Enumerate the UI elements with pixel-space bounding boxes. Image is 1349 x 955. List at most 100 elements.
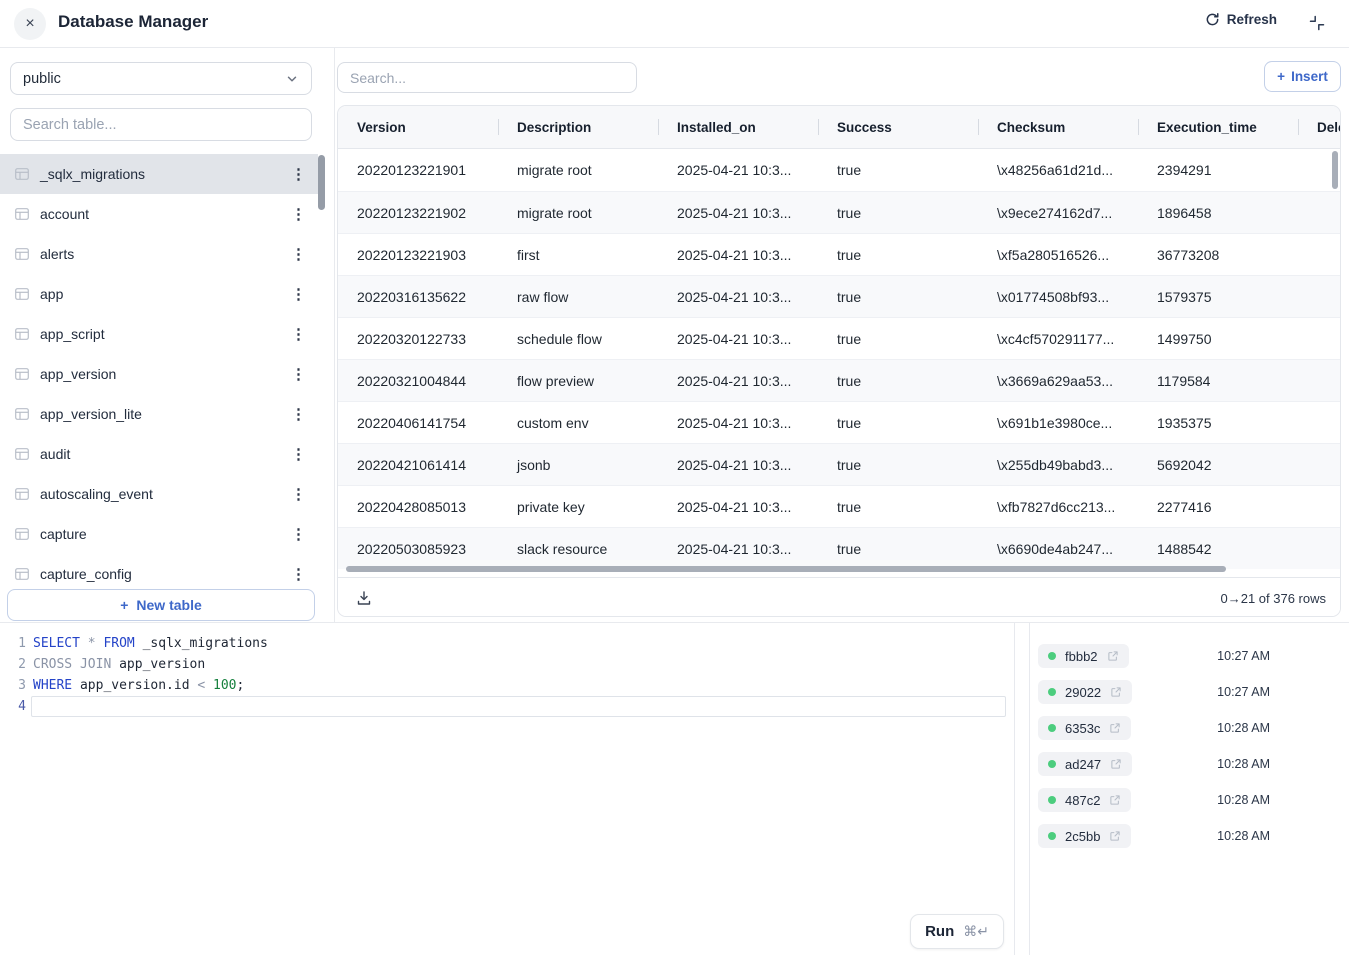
table-row[interactable]: 20220123221903first2025-04-21 10:3...tru… <box>338 233 1341 275</box>
cell-success[interactable]: true <box>818 234 978 275</box>
cell-version[interactable]: 20220123221902 <box>338 192 498 233</box>
cell-version[interactable]: 20220316135622 <box>338 276 498 317</box>
cell-success[interactable]: true <box>818 360 978 401</box>
cell-description[interactable]: slack resource <box>498 528 658 569</box>
table-search-input[interactable] <box>10 108 312 141</box>
cell-checksum[interactable]: \x9ece274162d7... <box>978 192 1138 233</box>
external-link-icon[interactable] <box>1109 794 1121 806</box>
sidebar-item-autoscaling_event[interactable]: autoscaling_event⋮ <box>0 474 318 514</box>
cell-deleted[interactable] <box>1298 486 1341 527</box>
cell-installed_on[interactable]: 2025-04-21 10:3... <box>658 234 818 275</box>
cell-deleted[interactable] <box>1298 444 1341 485</box>
cell-installed_on[interactable]: 2025-04-21 10:3... <box>658 192 818 233</box>
cell-description[interactable]: custom env <box>498 402 658 443</box>
table-row[interactable]: 20220428085013private key2025-04-21 10:3… <box>338 485 1341 527</box>
cell-deleted[interactable] <box>1298 360 1341 401</box>
history-query-pill[interactable]: fbbb2 <box>1038 644 1129 668</box>
cell-checksum[interactable]: \xc4cf570291177... <box>978 318 1138 359</box>
cell-deleted[interactable] <box>1298 528 1341 569</box>
cell-installed_on[interactable]: 2025-04-21 10:3... <box>658 402 818 443</box>
cell-success[interactable]: true <box>818 276 978 317</box>
cell-execution_time[interactable]: 1488542 <box>1138 528 1298 569</box>
sidebar-item-capture[interactable]: capture⋮ <box>0 514 318 554</box>
horizontal-scrollbar[interactable] <box>346 566 1226 572</box>
kebab-menu-icon[interactable]: ⋮ <box>291 447 306 462</box>
cell-deleted[interactable] <box>1298 276 1341 317</box>
cell-version[interactable]: 20220421061414 <box>338 444 498 485</box>
cell-description[interactable]: private key <box>498 486 658 527</box>
cell-installed_on[interactable]: 2025-04-21 10:3... <box>658 149 818 191</box>
cell-version[interactable]: 20220123221901 <box>338 149 498 191</box>
cell-deleted[interactable] <box>1298 318 1341 359</box>
sidebar-item-app_script[interactable]: app_script⋮ <box>0 314 318 354</box>
cell-description[interactable]: schedule flow <box>498 318 658 359</box>
kebab-menu-icon[interactable]: ⋮ <box>291 567 306 582</box>
cell-success[interactable]: true <box>818 444 978 485</box>
table-row[interactable]: 20220421061414jsonb2025-04-21 10:3...tru… <box>338 443 1341 485</box>
cell-success[interactable]: true <box>818 318 978 359</box>
cell-execution_time[interactable]: 1499750 <box>1138 318 1298 359</box>
table-row[interactable]: 20220123221901migrate root2025-04-21 10:… <box>338 149 1341 191</box>
cell-success[interactable]: true <box>818 486 978 527</box>
sidebar-item-capture_config[interactable]: capture_config⋮ <box>0 554 318 588</box>
cell-execution_time[interactable]: 36773208 <box>1138 234 1298 275</box>
cell-description[interactable]: raw flow <box>498 276 658 317</box>
cell-version[interactable]: 20220406141754 <box>338 402 498 443</box>
cell-checksum[interactable]: \x3669a629aa53... <box>978 360 1138 401</box>
cell-execution_time[interactable]: 1896458 <box>1138 192 1298 233</box>
compress-icon[interactable] <box>1309 15 1325 31</box>
cell-deleted[interactable] <box>1298 402 1341 443</box>
close-button[interactable]: × <box>14 8 46 40</box>
cell-checksum[interactable]: \xf5a280516526... <box>978 234 1138 275</box>
row-search-input[interactable] <box>337 62 637 93</box>
cell-execution_time[interactable]: 1579375 <box>1138 276 1298 317</box>
kebab-menu-icon[interactable]: ⋮ <box>291 247 306 262</box>
cell-version[interactable]: 20220503085923 <box>338 528 498 569</box>
history-query-pill[interactable]: 6353c <box>1038 716 1131 740</box>
cell-version[interactable]: 20220320122733 <box>338 318 498 359</box>
cell-installed_on[interactable]: 2025-04-21 10:3... <box>658 444 818 485</box>
download-button[interactable] <box>356 590 372 606</box>
external-link-icon[interactable] <box>1109 830 1121 842</box>
cell-success[interactable]: true <box>818 192 978 233</box>
kebab-menu-icon[interactable]: ⋮ <box>291 167 306 182</box>
cell-checksum[interactable]: \x6690de4ab247... <box>978 528 1138 569</box>
kebab-menu-icon[interactable]: ⋮ <box>291 327 306 342</box>
run-button[interactable]: Run ⌘↵ <box>910 914 1004 949</box>
cell-description[interactable]: migrate root <box>498 192 658 233</box>
kebab-menu-icon[interactable]: ⋮ <box>291 287 306 302</box>
sidebar-item-audit[interactable]: audit⋮ <box>0 434 318 474</box>
cell-installed_on[interactable]: 2025-04-21 10:3... <box>658 318 818 359</box>
external-link-icon[interactable] <box>1107 650 1119 662</box>
cell-installed_on[interactable]: 2025-04-21 10:3... <box>658 276 818 317</box>
cell-deleted[interactable] <box>1298 192 1341 233</box>
cell-installed_on[interactable]: 2025-04-21 10:3... <box>658 528 818 569</box>
external-link-icon[interactable] <box>1110 758 1122 770</box>
cell-success[interactable]: true <box>818 402 978 443</box>
sidebar-item-app_version_lite[interactable]: app_version_lite⋮ <box>0 394 318 434</box>
history-query-pill[interactable]: 2c5bb <box>1038 824 1131 848</box>
cell-checksum[interactable]: \x01774508bf93... <box>978 276 1138 317</box>
table-row[interactable]: 20220316135622raw flow2025-04-21 10:3...… <box>338 275 1341 317</box>
sidebar-item-app_version[interactable]: app_version⋮ <box>0 354 318 394</box>
sidebar-item-alerts[interactable]: alerts⋮ <box>0 234 318 274</box>
cell-description[interactable]: flow preview <box>498 360 658 401</box>
cell-success[interactable]: true <box>818 149 978 191</box>
cell-checksum[interactable]: \x691b1e3980ce... <box>978 402 1138 443</box>
cell-version[interactable]: 20220428085013 <box>338 486 498 527</box>
vertical-scrollbar[interactable] <box>1332 151 1338 189</box>
kebab-menu-icon[interactable]: ⋮ <box>291 407 306 422</box>
history-query-pill[interactable]: 29022 <box>1038 680 1132 704</box>
table-row[interactable]: 20220320122733schedule flow2025-04-21 10… <box>338 317 1341 359</box>
insert-button[interactable]: + Insert <box>1264 61 1341 92</box>
schema-select[interactable]: public <box>10 62 312 95</box>
cell-installed_on[interactable]: 2025-04-21 10:3... <box>658 486 818 527</box>
cell-version[interactable]: 20220123221903 <box>338 234 498 275</box>
sidebar-item-app[interactable]: app⋮ <box>0 274 318 314</box>
cell-execution_time[interactable]: 2394291 <box>1138 149 1298 191</box>
cell-execution_time[interactable]: 5692042 <box>1138 444 1298 485</box>
cell-version[interactable]: 20220321004844 <box>338 360 498 401</box>
cell-execution_time[interactable]: 2277416 <box>1138 486 1298 527</box>
table-row[interactable]: 20220406141754custom env2025-04-21 10:3.… <box>338 401 1341 443</box>
new-table-button[interactable]: + New table <box>7 589 315 621</box>
